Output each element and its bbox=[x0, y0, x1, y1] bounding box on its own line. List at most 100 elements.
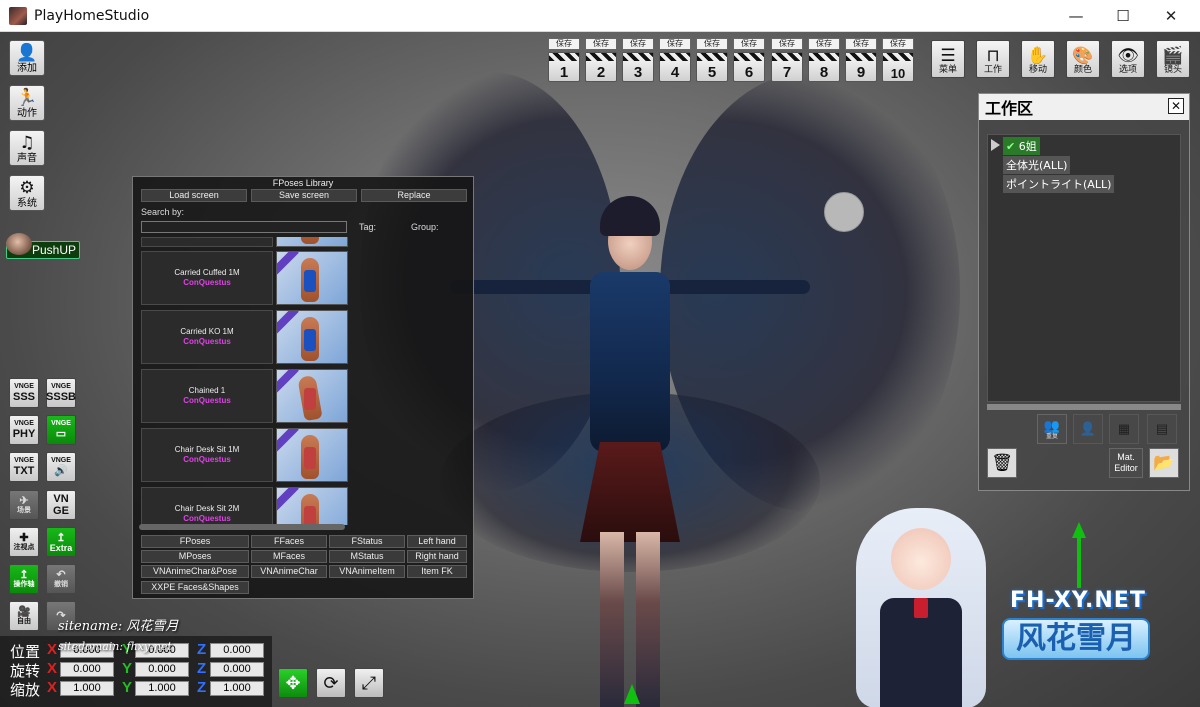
save-screen-button[interactable]: Save screen bbox=[251, 189, 357, 202]
delete-button[interactable]: 🗑 bbox=[987, 448, 1017, 478]
tab-right-hand[interactable]: Right hand bbox=[407, 550, 467, 563]
move-gizmo-arrow-up[interactable] bbox=[1072, 522, 1086, 588]
rotate-mode-button[interactable]: ⟳ bbox=[316, 668, 346, 698]
gizmo-axis-button[interactable]: ↥ 操作轴 bbox=[9, 564, 39, 594]
save-slot-6[interactable]: 保存 6 bbox=[733, 38, 765, 84]
rotation-y-field[interactable]: 0.000 bbox=[135, 662, 189, 677]
vnge-sssb-button[interactable]: VNGE SSSB bbox=[46, 378, 76, 408]
tab-vnanimechar-pose[interactable]: VNAnimeChar&Pose bbox=[141, 565, 249, 578]
menu-button[interactable]: ☰ 菜单 bbox=[931, 40, 965, 78]
tree-item-character[interactable]: ✔ 6姐 bbox=[1003, 137, 1040, 155]
pose-item[interactable]: Carried Cuffed 1M ConQuestus bbox=[141, 251, 273, 305]
character-model[interactable] bbox=[450, 192, 810, 707]
close-button[interactable]: ✕ bbox=[1148, 0, 1194, 32]
options-button[interactable]: 👁 选项 bbox=[1111, 40, 1145, 78]
minimize-button[interactable]: — bbox=[1053, 0, 1099, 32]
maximize-button[interactable]: ☐ bbox=[1100, 0, 1146, 32]
move-button[interactable]: ✋ 移动 bbox=[1021, 40, 1055, 78]
tab-vnanimechar[interactable]: VNAnimeChar bbox=[251, 565, 327, 578]
light-orb bbox=[824, 192, 864, 232]
camera-button[interactable]: 🎬 镜头 bbox=[1156, 40, 1190, 78]
scale-z-field[interactable]: 1.000 bbox=[210, 681, 264, 696]
sound-button[interactable]: ♫ 声音 bbox=[9, 130, 45, 166]
expand-arrow-icon[interactable] bbox=[991, 139, 1000, 151]
save-slot-1[interactable]: 保存 1 bbox=[548, 38, 580, 84]
pose-thumbnail[interactable] bbox=[276, 487, 348, 525]
save-slot-7[interactable]: 保存 7 bbox=[771, 38, 803, 84]
move-gizmo-arrow-bottom[interactable] bbox=[624, 684, 640, 704]
scale-x-field[interactable]: 1.000 bbox=[60, 681, 114, 696]
axis-z-label: Z bbox=[197, 679, 207, 696]
gears-icon: ⚙ bbox=[19, 178, 35, 198]
pose-thumbnail[interactable] bbox=[276, 369, 348, 423]
save-slot-4[interactable]: 保存 4 bbox=[659, 38, 691, 84]
tree-item-point-light[interactable]: ポイントライト(ALL) bbox=[1003, 175, 1115, 193]
vnge-sss-button[interactable]: VNGE SSS bbox=[9, 378, 39, 408]
vnge-sound-button[interactable]: VNGE 🔊 bbox=[46, 452, 76, 482]
axis-x-label: X bbox=[47, 660, 58, 677]
save-slot-9[interactable]: 保存 9 bbox=[845, 38, 877, 84]
system-button[interactable]: ⚙ 系统 bbox=[9, 175, 45, 211]
save-slot-8[interactable]: 保存 8 bbox=[808, 38, 840, 84]
load-screen-button[interactable]: Load screen bbox=[141, 189, 247, 202]
tab-left-hand[interactable]: Left hand bbox=[407, 535, 467, 548]
move-mode-button[interactable]: ✥ bbox=[278, 668, 308, 698]
tab-ffaces[interactable]: FFaces bbox=[251, 535, 327, 548]
undo-button[interactable]: ↶ 撤销 bbox=[46, 564, 76, 594]
workspace-scrollbar[interactable] bbox=[987, 404, 1181, 410]
tree-item-all-light[interactable]: 全体光(ALL) bbox=[1003, 156, 1071, 174]
save-slot-3[interactable]: 保存 3 bbox=[622, 38, 654, 84]
vnge-book-button[interactable]: VNGE ▭ bbox=[46, 415, 76, 445]
save-slot-5[interactable]: 保存 5 bbox=[696, 38, 728, 84]
title-bar: PlayHomeStudio — ☐ ✕ bbox=[0, 0, 1200, 32]
tab-vnanimeitem[interactable]: VNAnimeItem bbox=[329, 565, 405, 578]
tab-fstatus[interactable]: FStatus bbox=[329, 535, 405, 548]
workspace-title: 工作区 bbox=[979, 94, 1189, 120]
open-folder-button[interactable]: 📂 bbox=[1149, 448, 1179, 478]
scale-y-field[interactable]: 1.000 bbox=[135, 681, 189, 696]
pose-item[interactable]: Carried KO 1M ConQuestus bbox=[141, 310, 273, 364]
extra-button[interactable]: ↥ Extra bbox=[46, 527, 76, 557]
tab-item-fk[interactable]: Item FK bbox=[407, 565, 467, 578]
folder-icon: 📂 bbox=[1153, 453, 1175, 472]
grid-button[interactable]: ▦ bbox=[1109, 414, 1139, 444]
scale-mode-button[interactable]: ⤢ bbox=[354, 668, 384, 698]
save-slot-10[interactable]: 保存 10 bbox=[882, 38, 914, 84]
rotation-x-field[interactable]: 0.000 bbox=[60, 662, 114, 677]
pose-thumbnail[interactable] bbox=[276, 310, 348, 364]
action-button[interactable]: 🏃 动作 bbox=[9, 85, 45, 121]
lookat-button[interactable]: ✚ 注视点 bbox=[9, 527, 39, 557]
tab-mstatus[interactable]: MStatus bbox=[329, 550, 405, 563]
tab-fposes[interactable]: FPoses bbox=[141, 535, 249, 548]
pose-item[interactable]: Chair Desk Sit 2M ConQuestus bbox=[141, 487, 273, 525]
rotation-z-field[interactable]: 0.000 bbox=[210, 662, 264, 677]
replace-button[interactable]: Replace bbox=[361, 189, 467, 202]
duplicate-button[interactable]: 👥 重复 bbox=[1037, 414, 1067, 444]
vnge-main-button[interactable]: VN GE bbox=[46, 490, 76, 520]
pose-list: Carried Cuffed 1M ConQuestus Carried KO 1… bbox=[139, 237, 351, 525]
layers-button[interactable]: ▤ bbox=[1147, 414, 1177, 444]
free-camera-button[interactable]: 🎥 自由 bbox=[9, 601, 39, 631]
position-z-field[interactable]: 0.000 bbox=[210, 643, 264, 658]
tab-xxpe-faces-shapes[interactable]: XXPE Faces&Shapes bbox=[141, 581, 249, 594]
workspace-close-button[interactable]: ✕ bbox=[1168, 98, 1184, 114]
pose-list-scrollbar[interactable] bbox=[139, 524, 345, 530]
search-input[interactable] bbox=[141, 221, 347, 233]
work-button[interactable]: ⊓ 工作 bbox=[976, 40, 1010, 78]
mat-editor-button[interactable]: Mat. Editor bbox=[1109, 448, 1143, 478]
vnge-txt-button[interactable]: VNGE TXT bbox=[9, 452, 39, 482]
axis-z-label: Z bbox=[197, 641, 207, 658]
add-button[interactable]: 👤 添加 bbox=[9, 40, 45, 76]
pose-thumbnail[interactable] bbox=[276, 428, 348, 482]
pose-item[interactable]: Chained 1 ConQuestus bbox=[141, 369, 273, 423]
vnge-phy-button[interactable]: VNGE PHY bbox=[9, 415, 39, 445]
tab-mfaces[interactable]: MFaces bbox=[251, 550, 327, 563]
pose-thumbnail[interactable] bbox=[276, 251, 348, 305]
color-button[interactable]: 🎨 颜色 bbox=[1066, 40, 1100, 78]
remove-person-button[interactable]: 👤 bbox=[1073, 414, 1103, 444]
workspace-tree: ✔ 6姐 全体光(ALL) ポイントライト(ALL) bbox=[987, 134, 1181, 402]
pose-item[interactable]: Chair Desk Sit 1M ConQuestus bbox=[141, 428, 273, 482]
scene-button[interactable]: ✈ 场景 bbox=[9, 490, 39, 520]
tab-mposes[interactable]: MPoses bbox=[141, 550, 249, 563]
save-slot-2[interactable]: 保存 2 bbox=[585, 38, 617, 84]
